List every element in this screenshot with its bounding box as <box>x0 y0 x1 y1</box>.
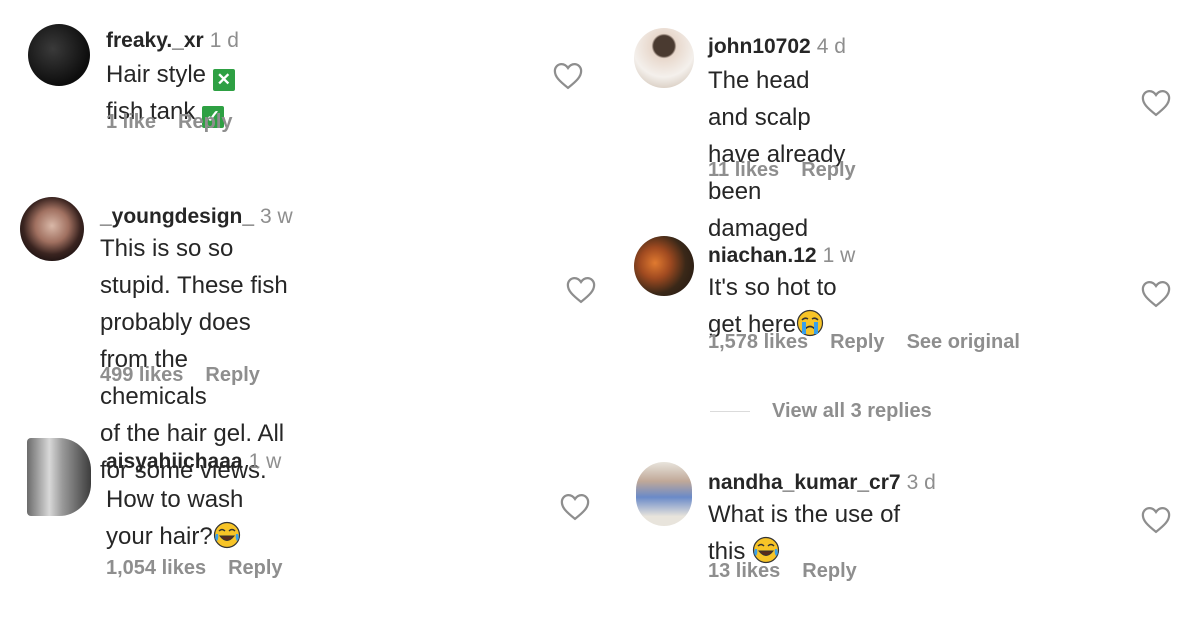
comment-username[interactable]: aisyahiichaaa <box>106 450 243 473</box>
avatar[interactable] <box>634 236 694 296</box>
comment-time: 1 w <box>822 244 856 267</box>
reply-button[interactable]: Reply <box>830 331 884 353</box>
comment-text-line: probably does from the chemicals <box>100 309 251 410</box>
avatar[interactable] <box>27 438 91 516</box>
avatar[interactable] <box>634 28 694 88</box>
comment-username[interactable]: niachan.12 <box>708 244 817 267</box>
view-replies-button[interactable]: View all 3 replies <box>710 400 932 423</box>
like-count[interactable]: 1 like <box>106 111 156 133</box>
see-original-button[interactable]: See original <box>907 331 1020 353</box>
avatar[interactable] <box>636 462 692 526</box>
cross-mark-button-emoji: ✕ <box>212 69 235 91</box>
comment-text: What is the use of this <box>708 496 936 570</box>
comment-time: 3 d <box>906 471 936 494</box>
comment-text-line: been damaged <box>708 178 809 242</box>
heart-outline-icon[interactable] <box>1141 89 1171 117</box>
reply-button[interactable]: Reply <box>228 557 282 579</box>
heart-outline-icon[interactable] <box>1141 280 1171 308</box>
comment-time: 1 d <box>209 29 239 52</box>
heart-outline-icon[interactable] <box>560 493 590 521</box>
heart-outline-icon[interactable] <box>553 62 583 90</box>
comment-time: 3 w <box>260 205 293 228</box>
comment-username[interactable]: john10702 <box>708 35 811 58</box>
comment-username[interactable]: _youngdesign_ <box>100 205 254 228</box>
heart-outline-icon[interactable] <box>1141 506 1171 534</box>
like-count[interactable]: 499 likes <box>100 364 183 386</box>
reply-button[interactable]: Reply <box>205 364 259 386</box>
comment-text-line: This is so so stupid. These fish <box>100 235 288 299</box>
comment-username[interactable]: nandha_kumar_cr7 <box>708 471 901 494</box>
reply-button[interactable]: Reply <box>178 111 232 133</box>
like-count[interactable]: 1,054 likes <box>106 557 206 579</box>
like-count[interactable]: 1,578 likes <box>708 331 808 353</box>
replies-divider <box>710 411 750 413</box>
like-count[interactable]: 11 likes <box>708 159 779 181</box>
comment-text-part: What is the use of this <box>708 501 901 565</box>
comment-text-part: Hair style <box>106 61 207 88</box>
tears-of-joy-emoji <box>213 521 241 549</box>
reply-button[interactable]: Reply <box>801 159 855 181</box>
reply-button[interactable]: Reply <box>802 560 856 582</box>
comment-text-line: The head and scalp have already <box>708 67 846 168</box>
comment-username[interactable]: freaky._xr <box>106 29 204 52</box>
heart-outline-icon[interactable] <box>566 276 596 304</box>
comment-time: 1 w <box>248 450 282 473</box>
avatar[interactable] <box>28 24 90 86</box>
avatar[interactable] <box>20 197 84 261</box>
view-replies-label[interactable]: View all 3 replies <box>772 400 932 422</box>
comment-text: The head and scalp have already been dam… <box>708 62 846 247</box>
like-count[interactable]: 13 likes <box>708 560 780 582</box>
comment-time: 4 d <box>816 35 846 58</box>
comment-text: How to wash your hair? <box>106 481 281 555</box>
